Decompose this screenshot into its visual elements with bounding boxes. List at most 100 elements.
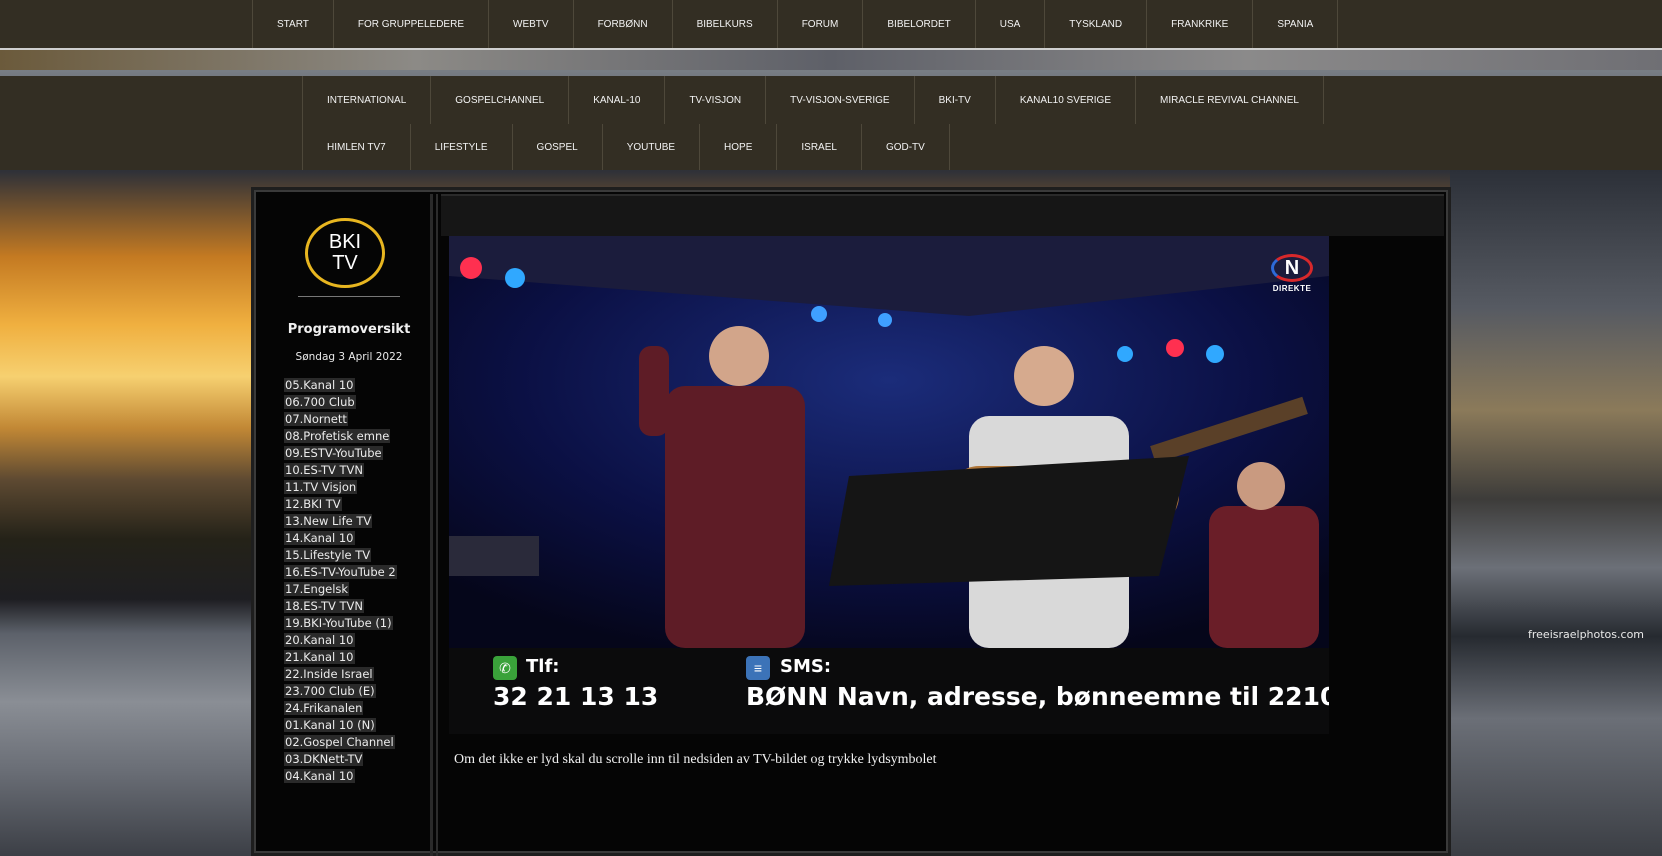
tv-player[interactable]: N DIREKTE ✆ Tlf: 32 21 13 13 ≡ SMS: BØNN…: [449, 236, 1329, 734]
program-item-label: 11.TV Visjon: [284, 480, 358, 494]
program-item-label: 10.ES-TV TVN: [284, 463, 364, 477]
program-list-item: 23.700 Club (E): [284, 683, 397, 700]
program-list-item: 09.ESTV-YouTube: [284, 445, 397, 462]
channel-item-kanal10-sverige[interactable]: KANAL10 SVERIGE: [994, 76, 1135, 124]
program-item-label: 06.700 Club: [284, 395, 356, 409]
program-list-item: 24.Frikanalen: [284, 700, 397, 717]
program-item-label: 22.Inside Israel: [284, 667, 374, 681]
program-list-item: 07.Nornett: [284, 411, 397, 428]
channel-item-international[interactable]: INTERNATIONAL: [302, 76, 430, 124]
program-item-label: 15.Lifestyle TV: [284, 548, 372, 562]
bki-tv-logo[interactable]: BKI TV: [305, 218, 385, 288]
channel-item-hope[interactable]: HOPE: [699, 124, 776, 170]
channel-item-miracle-revival-channel[interactable]: MIRACLE REVIVAL CHANNEL: [1135, 76, 1324, 124]
program-list-item: 22.Inside Israel: [284, 666, 397, 683]
channel-item-bki-tv[interactable]: BKI-TV: [913, 76, 995, 124]
program-list-item: 02.Gospel Channel: [284, 734, 397, 751]
program-list-item: 01.Kanal 10 (N): [284, 717, 397, 734]
program-list-item: 15.Lifestyle TV: [284, 547, 397, 564]
program-date: Søndag 3 April 2022: [295, 351, 403, 363]
nav-item-for-gruppeledere[interactable]: FOR GRUPPELEDERE: [332, 0, 488, 48]
stage-scene-image: [449, 236, 1329, 648]
program-list-item: 05.Kanal 10: [284, 377, 397, 394]
nav-item-bibelordet[interactable]: BIBELORDET: [862, 0, 974, 48]
channel-status: DIREKTE: [1272, 284, 1312, 293]
program-list-item: 06.700 Club: [284, 394, 397, 411]
program-list-item: 12.BKI TV: [284, 496, 397, 513]
channel-item-god-tv[interactable]: GOD-TV: [860, 124, 950, 170]
channel-nav-row-1: INTERNATIONAL GOSPELCHANNEL KANAL-10 TV-VIS…: [302, 76, 1324, 124]
program-list-item: 14.Kanal 10: [284, 530, 397, 547]
nav-item-usa[interactable]: USA: [974, 0, 1045, 48]
program-item-label: 20.Kanal 10: [284, 633, 355, 647]
program-title: Programoversikt: [287, 322, 411, 337]
background-sky-right: [1450, 170, 1662, 856]
program-list-item: 19.BKI-YouTube (1): [284, 615, 397, 632]
channel-logo: N DIREKTE: [1269, 254, 1315, 298]
tlf-number: 32 21 13 13: [493, 682, 659, 711]
program-item-label: 03.DKNett-TV: [284, 752, 364, 766]
program-list: 05.Kanal 10 06.700 Club 07.Nornett 08.Profe…: [284, 377, 397, 785]
channel-item-tv-visjon-sverige[interactable]: TV-VISJON-SVERIGE: [765, 76, 913, 124]
nav-item-tyskland[interactable]: TYSKLAND: [1044, 0, 1146, 48]
program-item-label: 16.ES-TV-YouTube 2: [284, 565, 397, 579]
program-item-label: 12.BKI TV: [284, 497, 342, 511]
program-item-label: 02.Gospel Channel: [284, 735, 395, 749]
program-list-item: 18.ES-TV TVN: [284, 598, 397, 615]
tlf-label: Tlf:: [526, 656, 560, 677]
program-item-label: 05.Kanal 10: [284, 378, 355, 392]
program-list-item: 20.Kanal 10: [284, 632, 397, 649]
nav-item-frankrike[interactable]: FRANKRIKE: [1146, 0, 1252, 48]
background-strip: [0, 50, 1662, 70]
channel-item-gospel[interactable]: GOSPEL: [511, 124, 602, 170]
content-header-bar: [441, 194, 1444, 236]
sms-text: BØNN Navn, adresse, bønneemne til 2210: [746, 682, 1329, 711]
phone-icon: ✆: [493, 656, 517, 680]
primary-nav: START FOR GRUPPELEDERE WEBTV FORBØNN BIBELKU…: [252, 0, 1339, 48]
program-item-label: 17.Engelsk: [284, 582, 350, 596]
nav-item-spania[interactable]: SPANIA: [1252, 0, 1339, 48]
channel-item-gospelchannel[interactable]: GOSPELCHANNEL: [430, 76, 568, 124]
program-list-item: 08.Profetisk emne: [284, 428, 397, 445]
nav-item-forbønn[interactable]: FORBØNN: [572, 0, 672, 48]
channel-item-youtube[interactable]: YOUTUBE: [601, 124, 699, 170]
content-divider: [436, 194, 438, 856]
nav-item-forum[interactable]: FORUM: [776, 0, 863, 48]
program-item-label: 13.New Life TV: [284, 514, 373, 528]
program-list-item: 04.Kanal 10: [284, 768, 397, 785]
nav-item-start[interactable]: START: [252, 0, 333, 48]
channel-item-lifestyle[interactable]: LIFESTYLE: [409, 124, 512, 170]
channel-nav-row-2: HIMLEN TV7 LIFESTYLE GOSPEL YOUTUBE HOPE ISRA…: [302, 124, 950, 170]
channel-item-himlen-tv7[interactable]: HIMLEN TV7: [302, 124, 410, 170]
program-item-label: 04.Kanal 10: [284, 769, 355, 783]
program-item-label: 14.Kanal 10: [284, 531, 355, 545]
program-item-label: 19.BKI-YouTube (1): [284, 616, 393, 630]
nav-item-bibelkurs[interactable]: BIBELKURS: [671, 0, 777, 48]
program-item-label: 18.ES-TV TVN: [284, 599, 364, 613]
channel-item-tv-visjon[interactable]: TV-VISJON: [664, 76, 765, 124]
logo-line-1: BKI: [328, 231, 362, 253]
program-list-item: 21.Kanal 10: [284, 649, 397, 666]
program-list-item: 11.TV Visjon: [284, 479, 397, 496]
logo-divider: [298, 296, 400, 297]
logo-line-2: TV: [332, 252, 358, 274]
sound-notice: Om det ikke er lyd skal du scrolle inn t…: [454, 752, 937, 767]
program-item-label: 07.Nornett: [284, 412, 348, 426]
photo-credit: freeisraelphotos.com: [1528, 628, 1645, 641]
program-item-label: 23.700 Club (E): [284, 684, 376, 698]
channel-item-kanal-10[interactable]: KANAL-10: [568, 76, 664, 124]
program-list-item: 03.DKNett-TV: [284, 751, 397, 768]
sms-label: SMS:: [780, 656, 832, 677]
channel-item-israel[interactable]: ISRAEL: [776, 124, 861, 170]
channel-logo-mark: N: [1271, 254, 1313, 282]
program-list-item: 17.Engelsk: [284, 581, 397, 598]
program-item-label: 21.Kanal 10: [284, 650, 355, 664]
program-list-item: 13.New Life TV: [284, 513, 397, 530]
program-item-label: 01.Kanal 10 (N): [284, 718, 376, 732]
program-item-label: 24.Frikanalen: [284, 701, 364, 715]
program-item-label: 08.Profetisk emne: [284, 429, 391, 443]
program-item-label: 09.ESTV-YouTube: [284, 446, 383, 460]
program-list-item: 16.ES-TV-YouTube 2: [284, 564, 397, 581]
nav-item-webtv[interactable]: WEBTV: [488, 0, 573, 48]
sms-icon: ≡: [746, 656, 770, 680]
